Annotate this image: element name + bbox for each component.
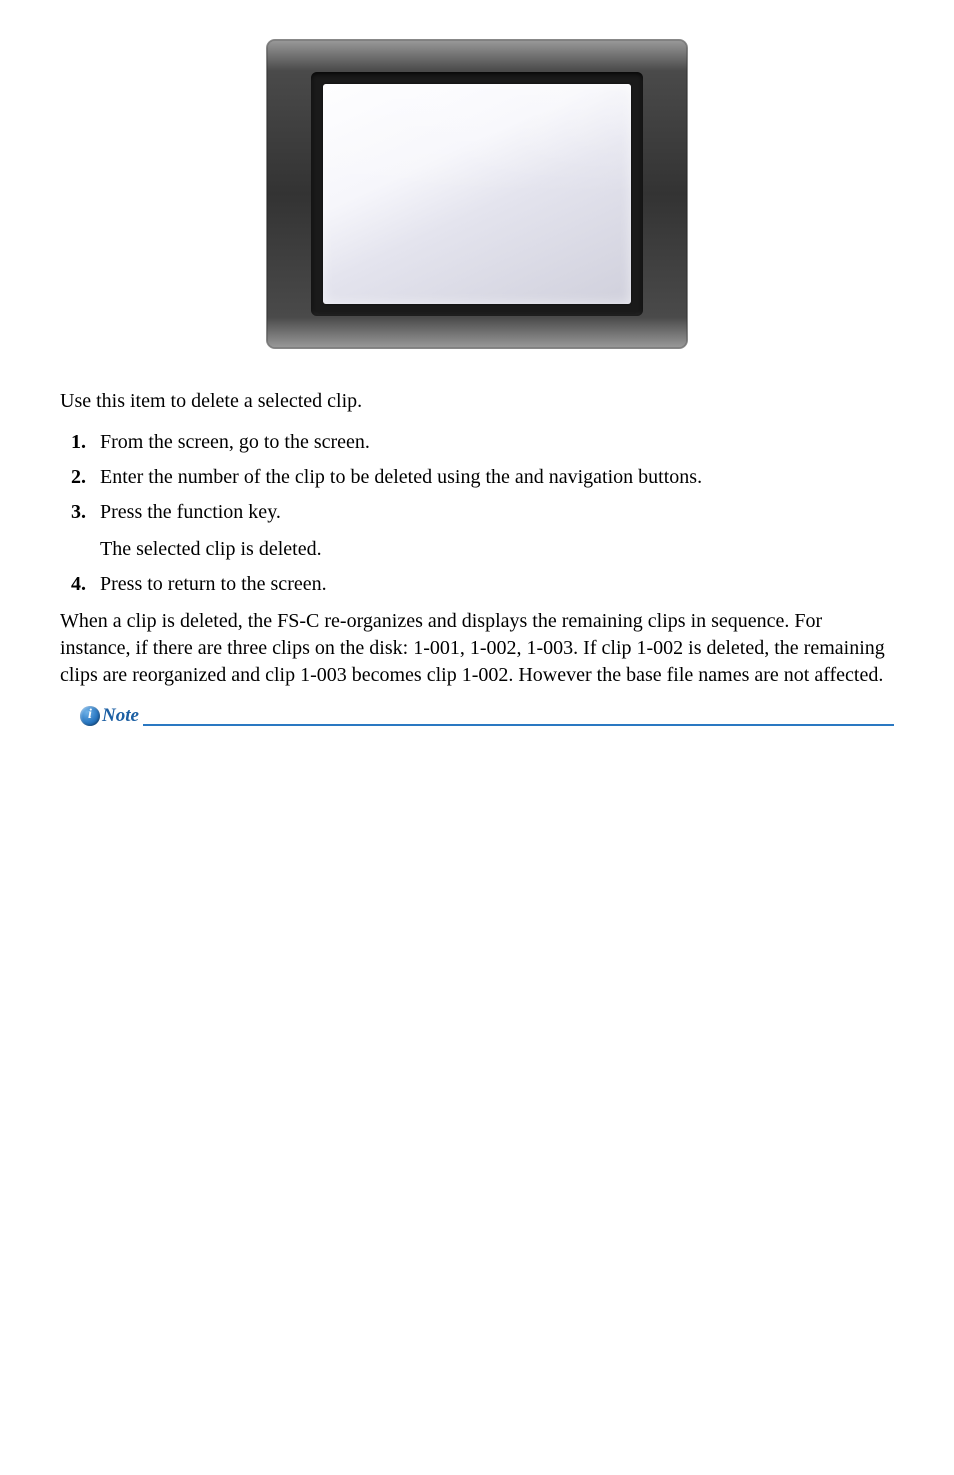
- step-4: Press to return to the screen.: [60, 571, 894, 598]
- procedure-list-cont: Press to return to the screen.: [60, 571, 894, 598]
- step-1: From the screen, go to the screen.: [60, 429, 894, 456]
- info-icon: i: [80, 706, 100, 726]
- step-3-result: The selected clip is deleted.: [60, 536, 894, 563]
- intro-paragraph: Use this item to delete a selected clip.: [60, 388, 894, 415]
- note-divider: [143, 724, 894, 726]
- device-screen-illustration: [267, 40, 687, 348]
- lcd-screen: [323, 84, 631, 304]
- note-callout: i Note: [80, 703, 894, 729]
- step-3: Press the function key.: [60, 499, 894, 526]
- note-label: Note: [102, 703, 143, 729]
- closing-paragraph: When a clip is deleted, the FS-C re-orga…: [60, 608, 894, 689]
- procedure-list: From the screen, go to the screen. Enter…: [60, 429, 894, 526]
- note-badge: i Note: [80, 703, 143, 729]
- bezel-outer: [267, 40, 687, 348]
- step-2: Enter the number of the clip to be delet…: [60, 464, 894, 491]
- bezel-inner: [311, 72, 643, 316]
